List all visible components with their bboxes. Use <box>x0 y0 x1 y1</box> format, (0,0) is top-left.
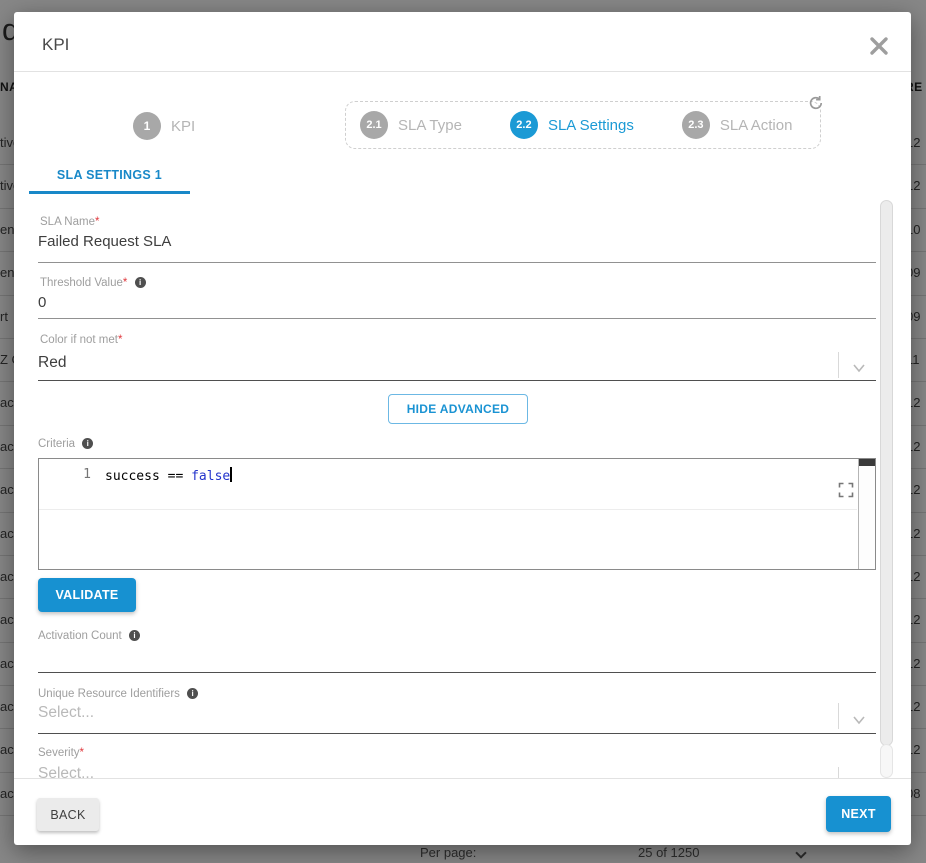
step-number-badge: 1 <box>133 112 161 140</box>
uri-underline <box>38 733 876 734</box>
modal-scroll-thumb[interactable] <box>880 200 893 746</box>
color-underline <box>38 380 876 381</box>
step-number-badge: 2.3 <box>682 111 710 139</box>
sla-name-underline <box>38 262 876 263</box>
color-if-not-met-label: Color if not met* <box>40 334 122 346</box>
back-button[interactable]: BACK <box>37 798 99 831</box>
info-icon[interactable]: i <box>129 630 140 641</box>
modal-title: KPI <box>42 35 69 55</box>
threshold-underline <box>38 318 876 319</box>
stepper-substep[interactable]: 2.1 SLA Type <box>360 111 462 139</box>
chevron-down-icon[interactable] <box>852 712 866 722</box>
kpi-modal: KPI 1 KPI 2.1 SLA Type 2.2 SLA Settings … <box>14 12 911 845</box>
active-line-edge <box>39 509 857 510</box>
severity-clipped-row: Select... <box>14 765 911 778</box>
info-icon[interactable]: i <box>187 688 198 699</box>
info-icon[interactable]: i <box>135 277 146 288</box>
select-separator <box>838 767 839 778</box>
uri-select[interactable]: Select... <box>38 704 94 722</box>
step-label: SLA Type <box>398 117 462 134</box>
tab-label: SLA SETTINGS 1 <box>29 162 190 188</box>
editor-scrollbar[interactable] <box>858 459 875 569</box>
sla-name-input[interactable]: Failed Request SLA <box>38 233 171 250</box>
modal-footer: BACK NEXT <box>14 778 911 845</box>
required-asterisk: * <box>118 334 122 346</box>
required-asterisk: * <box>80 747 84 759</box>
step-label: SLA Settings <box>548 117 634 134</box>
color-select[interactable]: Red <box>38 354 66 372</box>
select-separator <box>838 703 839 729</box>
line-number: 1 <box>39 467 91 482</box>
sla-name-label: SLA Name* <box>40 216 99 228</box>
severity-select[interactable]: Select... <box>38 765 94 778</box>
screen: d NA RE tive 12 tive 12 ent 10 ent 09 rt… <box>0 0 926 863</box>
threshold-value-label: Threshold Value* i <box>40 277 146 289</box>
fullscreen-icon[interactable] <box>838 482 854 498</box>
validate-button[interactable]: VALIDATE <box>38 578 136 612</box>
stepper-step-kpi[interactable]: 1 KPI <box>133 112 195 140</box>
unique-resource-identifiers-label: Unique Resource Identifiers i <box>38 688 198 700</box>
stepper-substep[interactable]: 2.2 SLA Settings <box>510 111 634 139</box>
tab-sla-settings-1[interactable]: SLA SETTINGS 1 <box>29 162 190 196</box>
activation-count-label: Activation Count i <box>38 630 140 642</box>
step-number-badge: 2.2 <box>510 111 538 139</box>
editor-scroll-thumb[interactable] <box>859 459 875 466</box>
code-text: success == false <box>105 467 232 484</box>
step-label: SLA Action <box>720 117 793 134</box>
close-icon[interactable] <box>866 33 892 59</box>
modal-scroll-track-end <box>880 744 893 778</box>
info-icon[interactable]: i <box>82 438 93 449</box>
stepper-substep[interactable]: 2.3 SLA Action <box>682 111 793 139</box>
criteria-label: Criteria i <box>38 438 93 450</box>
modal-header: KPI <box>14 12 911 72</box>
text-cursor <box>230 467 232 482</box>
step-number-badge: 2.1 <box>360 111 388 139</box>
required-asterisk: * <box>95 216 99 228</box>
required-asterisk: * <box>123 277 127 289</box>
criteria-code-editor[interactable]: 1 success == false <box>38 458 876 570</box>
severity-label: Severity* <box>38 747 84 759</box>
code-keyword: false <box>191 469 230 484</box>
step-label: KPI <box>171 118 195 135</box>
next-button[interactable]: NEXT <box>826 796 891 832</box>
select-separator <box>838 352 839 378</box>
tab-active-indicator <box>29 191 190 194</box>
refresh-steps-icon[interactable] <box>808 95 824 111</box>
modal-scrollbar[interactable] <box>880 196 893 778</box>
chevron-down-icon[interactable] <box>852 360 866 370</box>
hide-advanced-button[interactable]: HIDE ADVANCED <box>388 394 528 424</box>
threshold-value-input[interactable]: 0 <box>38 294 46 311</box>
sla-substeps-group: 2.1 SLA Type 2.2 SLA Settings 2.3 SLA Ac… <box>345 101 821 149</box>
activation-count-underline <box>38 672 876 673</box>
